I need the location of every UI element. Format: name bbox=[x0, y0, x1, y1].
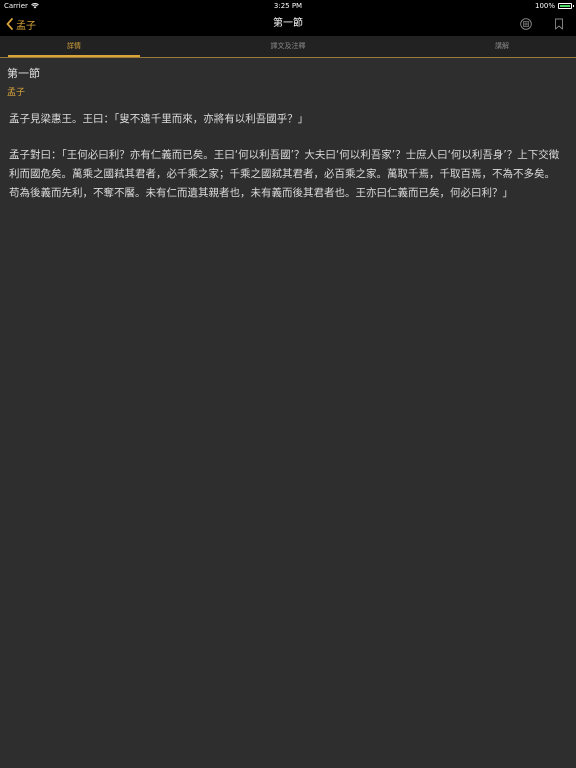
navigation-bar: 孟子 第一節 bbox=[0, 12, 576, 36]
paragraph: 孟子對曰：「王何必曰利？亦有仁義而已矣。王曰‘何以利吾國’？大夫曰‘何以利吾家’… bbox=[9, 149, 560, 199]
battery-percent: 100% bbox=[534, 2, 555, 10]
page-title: 第一節 bbox=[273, 18, 303, 29]
active-tab-indicator bbox=[8, 55, 140, 57]
author-link[interactable]: 孟子 bbox=[7, 85, 25, 98]
segment-tabs: 詳情 譯文及注釋 講解 bbox=[0, 36, 576, 58]
status-right: 100% bbox=[534, 0, 574, 12]
section-title: 第一節 bbox=[7, 67, 40, 80]
nav-actions bbox=[520, 12, 564, 36]
battery-icon bbox=[558, 3, 574, 9]
paragraph: 孟子見梁惠王。王曰：「叟不遠千里而來，亦將有以利吾國乎？」 bbox=[9, 113, 309, 125]
status-bar: Carrier 3:25 PM 100% bbox=[0, 0, 576, 12]
tab-commentary[interactable]: 講解 bbox=[436, 36, 568, 57]
status-time: 3:25 PM bbox=[273, 2, 303, 10]
tab-translation[interactable]: 譯文及注釋 bbox=[200, 36, 376, 57]
list-icon[interactable] bbox=[520, 18, 532, 30]
bookmark-icon[interactable] bbox=[554, 18, 564, 30]
tab-details[interactable]: 詳情 bbox=[8, 36, 140, 57]
